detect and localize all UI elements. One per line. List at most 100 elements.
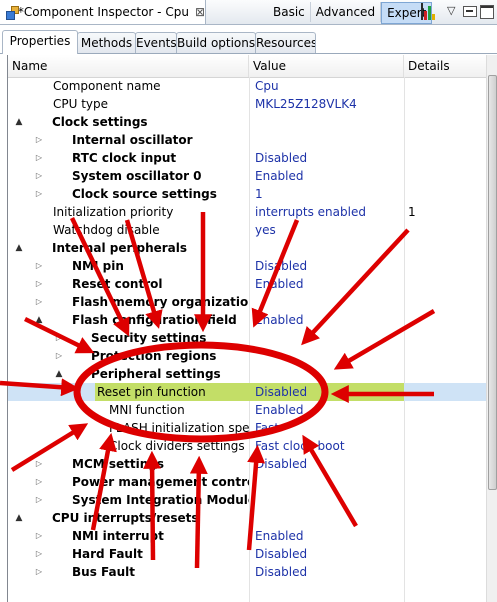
table-row[interactable]: Component name Cpu [8,77,487,95]
expand-icon[interactable]: ▷ [34,257,44,275]
expand-icon[interactable]: ▷ [34,131,44,149]
collapse-icon[interactable]: ▲ [14,509,24,527]
scrollbar-thumb[interactable] [488,75,497,490]
expand-icon[interactable]: ▷ [54,347,64,365]
property-value[interactable]: Disabled [249,257,404,275]
table-row[interactable]: ▷ Internal oscillator [8,131,487,149]
expand-icon[interactable]: ▷ [34,473,44,491]
expand-icon[interactable]: ▷ [34,185,44,203]
table-row[interactable]: ▷ Bus Fault Disabled [8,563,487,581]
property-name: Clock source settings [72,187,217,201]
property-value[interactable] [249,365,404,383]
table-row[interactable]: ▷ Clock source settings 1 [8,185,487,203]
property-value[interactable]: Disabled [249,455,404,473]
table-row[interactable]: FLASH initialization speedFast [8,419,487,437]
table-row[interactable]: ▲ Internal peripherals [8,239,487,257]
expand-icon[interactable]: ▷ [34,149,44,167]
expand-icon[interactable]: ▷ [34,563,44,581]
property-value[interactable]: Disabled [249,383,404,401]
property-value[interactable]: Enabled [249,527,404,545]
column-header-name[interactable]: Name [8,55,249,77]
table-row[interactable]: ▷ Security settings [8,329,487,347]
property-value[interactable] [249,113,404,131]
vertical-scrollbar[interactable] [486,55,497,602]
property-value[interactable]: Enabled [249,401,404,419]
property-value[interactable] [249,239,404,257]
table-row[interactable]: ▷ Hard Fault Disabled [8,545,487,563]
maximize-icon[interactable] [480,5,494,19]
property-value[interactable] [249,347,404,365]
column-header-details[interactable]: Details [404,55,487,77]
table-row[interactable]: ▷ RTC clock input Disabled [8,149,487,167]
table-row[interactable]: Watchdog disable yes [8,221,487,239]
expand-icon[interactable]: ▷ [34,167,44,185]
property-value[interactable]: Enabled [249,167,404,185]
table-row[interactable]: MNI function Enabled [8,401,487,419]
view-menu-icon[interactable]: ▽ [447,4,463,18]
expand-icon[interactable]: ▷ [34,293,44,311]
expand-icon[interactable]: ▷ [34,275,44,293]
collapse-icon[interactable]: ▲ [14,113,24,131]
expand-icon[interactable]: ▷ [34,455,44,473]
table-row[interactable]: Initialization priority interrupts enable… [8,203,487,221]
table-row[interactable]: ▷ NMI interrupt Enabled [8,527,487,545]
table-row[interactable]: ▷ Power management controller [8,473,487,491]
property-value[interactable]: Fast [249,419,404,437]
property-value[interactable]: yes [249,221,404,239]
property-value[interactable] [249,509,404,527]
table-row[interactable]: ▲ CPU interrupts/resets [8,509,487,527]
table-row[interactable]: Reset pin function Disabled [8,383,487,401]
table-row[interactable]: ▲ Flash configuration field Enabled [8,311,487,329]
component-inspector-view-tab[interactable]: *Component Inspector - Cpu ⊠ [0,0,206,24]
property-value[interactable]: Disabled [249,545,404,563]
minimize-icon[interactable] [463,6,477,17]
close-icon[interactable]: ⊠ [195,5,205,19]
table-row[interactable]: ▲ Peripheral settings [8,365,487,383]
property-value[interactable]: Disabled [249,563,404,581]
tab-properties[interactable]: Properties [2,30,78,54]
property-value[interactable]: Disabled [249,149,404,167]
table-row[interactable]: ▷ MCM settings Disabled [8,455,487,473]
property-details [404,365,487,383]
property-name: System oscillator 0 [72,169,202,183]
property-value[interactable] [249,293,404,311]
property-value[interactable]: 1 [249,185,404,203]
table-row[interactable]: ▷ Reset control Enabled [8,275,487,293]
property-details [404,455,487,473]
column-header-value[interactable]: Value [249,55,404,77]
property-value[interactable]: MKL25Z128VLK4 [249,95,404,113]
table-row[interactable]: ▷ Protection regions [8,347,487,365]
expand-icon[interactable]: ▷ [54,329,64,347]
property-value[interactable]: interrupts enabled [249,203,404,221]
property-value[interactable] [249,131,404,149]
property-value[interactable] [249,491,404,509]
table-row[interactable]: ▷ System Integration Module [8,491,487,509]
collapse-icon[interactable]: ▲ [54,365,64,383]
tab-methods[interactable]: Methods [77,32,136,53]
table-row[interactable]: ▷ NMI pin Disabled [8,257,487,275]
tab-events[interactable]: Events [135,32,177,53]
tab-build-options[interactable]: Build options [176,32,256,53]
collapse-icon[interactable]: ▲ [14,239,24,257]
property-value[interactable] [249,473,404,491]
expand-icon[interactable]: ▷ [34,491,44,509]
expand-icon[interactable]: ▷ [34,545,44,563]
property-value[interactable]: Fast clock boot [249,437,404,455]
table-row[interactable]: ▷ System oscillator 0 Enabled [8,167,487,185]
collapse-icon[interactable]: ▲ [34,311,44,329]
expand-icon[interactable]: ▷ [34,527,44,545]
property-value[interactable] [249,329,404,347]
property-value[interactable]: Cpu [249,77,404,95]
tab-resources[interactable]: Resources [255,32,316,53]
property-name: Initialization priority [53,205,174,219]
table-row[interactable]: ▷ Flash memory organization [8,293,487,311]
property-value[interactable]: Enabled [249,311,404,329]
table-row[interactable]: ▲ Clock settings [8,113,487,131]
mode-tab-basic[interactable]: Basic [268,2,311,22]
table-row[interactable]: Clock dividers settings Fast clock boot [8,437,487,455]
table-row[interactable]: CPU type MKL25Z128VLK4 [8,95,487,113]
chart-icon[interactable] [421,3,437,20]
property-value[interactable]: Enabled [249,275,404,293]
mode-tab-advanced[interactable]: Advanced [311,2,382,22]
